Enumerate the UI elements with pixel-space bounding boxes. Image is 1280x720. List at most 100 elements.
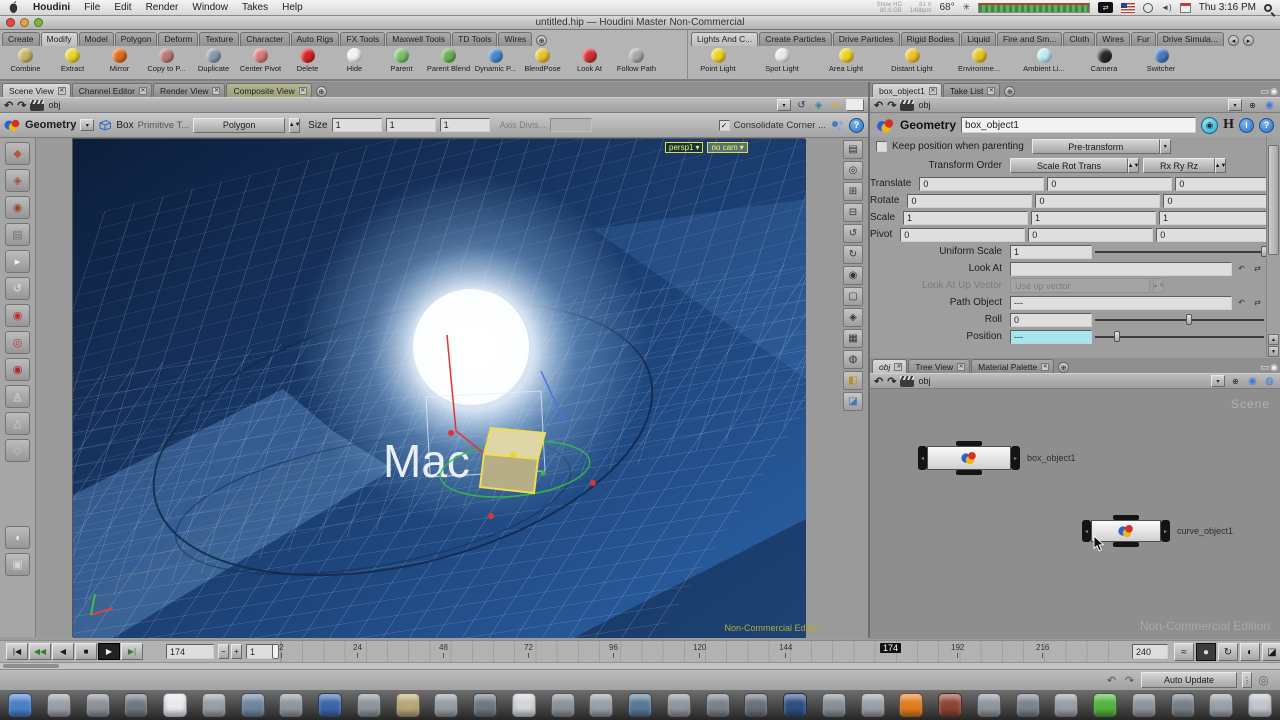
dock-icon-firefox[interactable] (899, 693, 923, 717)
close-tab-icon[interactable]: ✕ (139, 87, 147, 95)
strip-icon-14[interactable]: ▣ (5, 553, 30, 576)
pivot-x-field[interactable] (900, 228, 1025, 242)
position-field[interactable] (1010, 330, 1092, 344)
network-type-icon[interactable] (900, 100, 914, 111)
swap-icon[interactable]: ⇄ (1251, 263, 1264, 275)
range-end-field[interactable] (1132, 644, 1168, 659)
calendar-icon[interactable] (1180, 3, 1191, 13)
view-option-1[interactable]: ▤ (843, 140, 863, 159)
range-start-handle[interactable] (272, 644, 279, 659)
path-dropdown[interactable]: ▾ (1228, 99, 1242, 111)
input-language-flag-icon[interactable] (1121, 3, 1135, 13)
size-z-field[interactable] (440, 118, 490, 132)
material-ball-icon[interactable]: ● (829, 99, 842, 111)
view-option-8[interactable]: ▢ (843, 287, 863, 306)
node-chooser-icon[interactable]: ↶ (1235, 263, 1248, 275)
tab-scene-view[interactable]: Scene View✕ (2, 83, 71, 97)
strip-icon-11[interactable]: △ (5, 412, 30, 435)
network-type-icon[interactable] (30, 100, 44, 111)
view-option-6[interactable]: ↻ (843, 245, 863, 264)
strip-icon-3[interactable]: ◉ (5, 196, 30, 219)
spaces-icon[interactable]: ⇄ (1098, 2, 1113, 13)
scale-x-field[interactable] (903, 211, 1028, 225)
tab-network-obj[interactable]: obj✕ (872, 359, 907, 373)
dock-icon-4[interactable] (124, 693, 148, 717)
no-cam-chip[interactable]: no cam▾ (707, 142, 747, 153)
roll-slider[interactable] (1095, 313, 1264, 326)
shelf-tab-fire[interactable]: Fire and Sm... (997, 32, 1062, 46)
pretransform-menu[interactable]: Pre-transform (1032, 139, 1160, 154)
shelf-tab-polygon[interactable]: Polygon (115, 32, 158, 46)
keep-position-checkbox[interactable] (876, 141, 887, 152)
scroll-up-icon[interactable]: ▲ (1268, 334, 1279, 345)
fill-icon[interactable]: ◈ (812, 99, 825, 111)
shelf-tool-combine[interactable]: Combine (2, 48, 49, 73)
shelf-tool-extract[interactable]: Extract (49, 48, 96, 73)
search-icon[interactable]: ◍ (1263, 375, 1276, 387)
tab-channel-editor[interactable]: Channel Editor✕ (72, 83, 152, 97)
shelf-tool-camera[interactable]: Camera (1081, 48, 1127, 73)
dock-icon-27[interactable] (1016, 693, 1040, 717)
dock-icon-10[interactable] (357, 693, 381, 717)
dock-icon-2[interactable] (47, 693, 71, 717)
shelf-tool-distantlight[interactable]: Distant Light (883, 48, 941, 73)
play-reverse-button[interactable]: ◀◀ (29, 643, 51, 660)
help-icon[interactable]: ? (849, 118, 864, 133)
shelf-scroll-left-button[interactable]: ◂ (1228, 35, 1239, 46)
shelf-tool-hide[interactable]: Hide (331, 48, 378, 73)
shelf-tab-createparticles[interactable]: Create Particles (759, 32, 831, 46)
shelf-tab-drivesim[interactable]: Drive Simula... (1157, 32, 1224, 46)
path-object-field[interactable] (1010, 296, 1232, 310)
redo-icon[interactable]: ↷ (1123, 674, 1136, 686)
shelf-tool-parentblend[interactable]: Parent Blend (425, 48, 472, 73)
dock-icon-19[interactable] (706, 693, 730, 717)
dock-icon-5[interactable] (163, 693, 187, 717)
consolidate-checkbox[interactable]: ✓ (719, 120, 730, 131)
sync-icon[interactable]: ◉ (1246, 375, 1259, 387)
network-path[interactable]: obj (918, 376, 930, 386)
shelf-tool-duplicate[interactable]: Duplicate (190, 48, 237, 73)
spotlight-icon[interactable] (1264, 4, 1272, 12)
tab-composite-view[interactable]: Composite View✕ (226, 83, 311, 97)
strip-icon-7[interactable]: ◉ (5, 304, 30, 327)
shelf-tool-environment[interactable]: Environme... (951, 48, 1007, 73)
volume-icon[interactable]: ◄) (1161, 3, 1172, 12)
notify-icon[interactable]: ◎ (1257, 674, 1270, 686)
scrollbar-thumb[interactable] (1268, 145, 1279, 255)
dock-icon-15[interactable] (551, 693, 575, 717)
pretransform-dropdown[interactable]: ▾ (1160, 139, 1171, 154)
rotate-order-stepper[interactable]: ▲▼ (1215, 158, 1226, 173)
dock-icon-20[interactable] (744, 693, 768, 717)
scrollbar-thumb[interactable] (3, 664, 59, 668)
back-icon[interactable]: ↶ (874, 375, 883, 388)
shelf-tool-parent[interactable]: Parent (378, 48, 425, 73)
add-pane-tab-button[interactable]: ⊕ (1058, 362, 1069, 373)
persp-view-chip[interactable]: persp1▾ (665, 142, 703, 153)
back-icon[interactable]: ↶ (4, 99, 13, 112)
rotate-x-field[interactable] (907, 194, 1032, 208)
undo-icon[interactable]: ↶ (1105, 674, 1118, 686)
pin-icon[interactable]: ⊕ (1229, 375, 1242, 387)
bluetooth-icon[interactable] (1143, 3, 1153, 13)
shelf-add-tab-button[interactable]: ⊕ (536, 35, 547, 46)
roll-field[interactable] (1010, 313, 1092, 327)
shelf-tool-lookat[interactable]: Look At (566, 48, 613, 73)
tab-render-view[interactable]: Render View✕ (153, 83, 226, 97)
polygon-select[interactable]: Polygon (193, 118, 285, 133)
node-output-nub[interactable] (1113, 542, 1139, 547)
tab-tree-view[interactable]: Tree View✕ (908, 359, 970, 373)
close-tab-icon[interactable]: ✕ (212, 87, 220, 95)
shelf-tool-centerpivot[interactable]: Center Pivot (237, 48, 284, 73)
menu-window[interactable]: Window (192, 2, 228, 13)
pin-icon[interactable]: ⊕ (1246, 99, 1259, 111)
shelf-tab-maxwelltools[interactable]: Maxwell Tools (386, 32, 451, 46)
shelf-tool-mirror[interactable]: Mirror (96, 48, 143, 73)
shelf-scroll-right-button[interactable]: ▸ (1243, 35, 1254, 46)
close-tab-icon[interactable]: ✕ (299, 87, 307, 95)
menu-help[interactable]: Help (282, 2, 303, 13)
shelf-tab-fxtools[interactable]: FX Tools (340, 32, 385, 46)
path-dropdown[interactable]: ▾ (777, 99, 791, 111)
rotate-y-field[interactable] (1035, 194, 1160, 208)
view-option-12[interactable]: ◧ (843, 371, 863, 390)
dock-icon-28[interactable] (1054, 693, 1078, 717)
